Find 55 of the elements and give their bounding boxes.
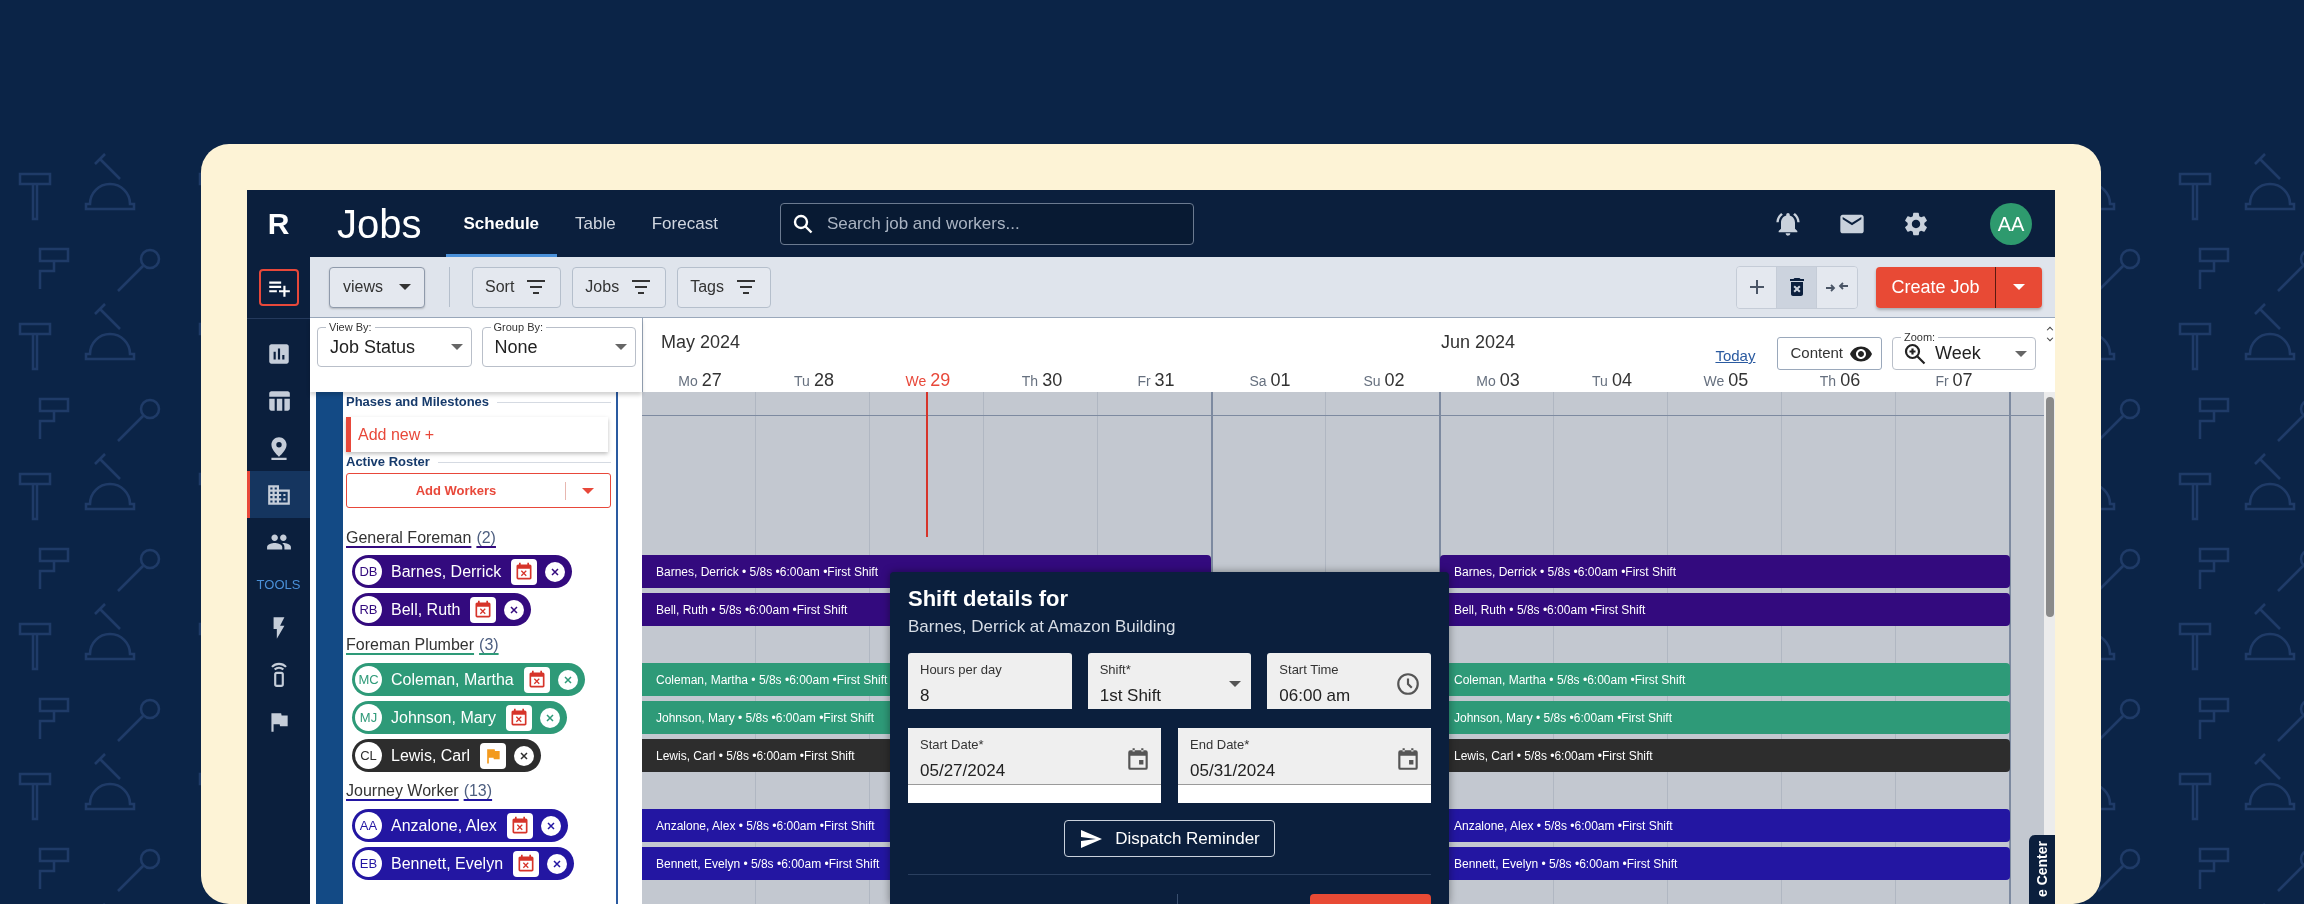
- day-label: Fr 07: [1934, 369, 1974, 392]
- avatar: MJ: [355, 704, 382, 731]
- day-label: Su 02: [1362, 369, 1406, 392]
- month-label: May 2024: [660, 331, 742, 354]
- day-label: Fr 31: [1136, 369, 1176, 392]
- avatar: MC: [355, 666, 382, 693]
- field-value: 06:00 am: [1279, 684, 1351, 707]
- avatar: CL: [355, 742, 382, 769]
- field-label: Start Time: [1279, 661, 1340, 679]
- worker-name: Bennett, Evelyn: [391, 853, 504, 874]
- day-label: Th 06: [1818, 369, 1862, 392]
- dialog-title: Shift details for: [908, 586, 1070, 612]
- month-label: Jun 2024: [1441, 331, 1516, 354]
- field-label: Group By:: [490, 321, 547, 333]
- section-heading: Phases and Milestones: [346, 393, 490, 412]
- page-title: Jobs: [337, 203, 422, 244]
- group-title: Journey Worker: [346, 781, 459, 801]
- day-label: Tu 04: [1591, 369, 1633, 392]
- worker-name: Lewis, Carl: [391, 745, 471, 766]
- select-value: Week: [1935, 342, 1981, 365]
- side-tab-label: e Center: [2032, 841, 2051, 898]
- day-label: Mo 27: [677, 369, 723, 392]
- field-label: Zoom:: [1901, 331, 1939, 343]
- day-label: Th 30: [1020, 369, 1064, 392]
- group-title: General Foreman: [346, 528, 472, 548]
- group-title: Foreman Plumber: [346, 635, 475, 655]
- worker-name: Barnes, Derrick: [391, 561, 502, 582]
- worker-name: Anzalone, Alex: [391, 815, 497, 836]
- worker-name: Bell, Ruth: [391, 599, 461, 620]
- avatar: RB: [355, 596, 382, 623]
- field-label: Shift*: [1099, 661, 1132, 679]
- app-logo: R: [266, 206, 291, 242]
- field-value: 8: [920, 684, 931, 707]
- field-value: 05/31/2024: [1190, 759, 1276, 782]
- day-label: We 05: [1702, 369, 1750, 392]
- field-label: Hours per day: [920, 661, 1002, 679]
- dialog-subtitle: Barnes, Derrick at Amazon Building: [908, 616, 1177, 638]
- worker-name: Coleman, Martha: [391, 669, 514, 690]
- field-value: 05/27/2024: [920, 759, 1006, 782]
- field-label: Start Date*: [920, 736, 985, 754]
- avatar: EB: [355, 850, 382, 877]
- day-label: Sa 01: [1248, 369, 1292, 392]
- avatar: DB: [355, 558, 382, 585]
- day-label: We 29: [904, 369, 952, 392]
- field-label: End Date*: [1190, 736, 1251, 754]
- select-value: None: [494, 335, 538, 359]
- worker-name: Johnson, Mary: [391, 707, 496, 728]
- field-value: 1st Shift: [1099, 684, 1162, 707]
- section-label: TOOLS: [256, 575, 301, 594]
- day-label: Tu 28: [793, 369, 835, 392]
- avatar: AA: [355, 812, 382, 839]
- field-label: View By:: [326, 321, 375, 333]
- select-value: Job Status: [330, 335, 416, 359]
- section-heading: Active Roster: [346, 453, 430, 472]
- day-label: Mo 03: [1475, 369, 1521, 392]
